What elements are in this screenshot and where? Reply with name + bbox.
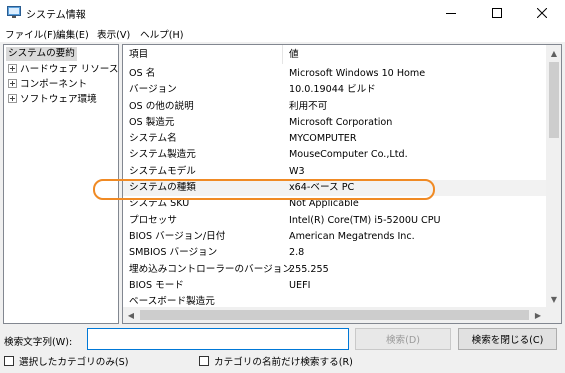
list-row[interactable]: OS 名 Microsoft Windows 10 Home: [123, 66, 546, 82]
expand-icon[interactable]: [8, 94, 17, 103]
system-information-window: システム情報 ファイル(F) 編集(E) 表示(V) ヘルプ(H) システムの要…: [0, 0, 565, 373]
list-row[interactable]: システム製造元 MouseComputer Co.,Ltd.: [123, 147, 546, 163]
list-row[interactable]: OS の他の説明 利用不可: [123, 99, 546, 115]
row-item: OS 名: [129, 68, 156, 79]
list-row[interactable]: OS 製造元 Microsoft Corporation: [123, 115, 546, 131]
menu-bar: ファイル(F) 編集(E) 表示(V) ヘルプ(H): [0, 26, 565, 42]
close-button[interactable]: [519, 0, 565, 26]
title-bar: システム情報: [0, 0, 565, 26]
row-item: バージョン: [129, 84, 177, 96]
scroll-up-arrow-icon[interactable]: ▲: [546, 45, 561, 61]
row-item: システム SKU: [129, 198, 190, 210]
row-value: x64-ベース PC: [289, 182, 355, 194]
expand-icon[interactable]: [8, 79, 17, 88]
row-value: MouseComputer Co.,Ltd.: [289, 149, 408, 161]
tree-item-hardware-resources[interactable]: ハードウェア リソース: [8, 63, 119, 77]
row-item: BIOS バージョン/日付: [129, 230, 226, 242]
menu-edit[interactable]: 編集(E): [56, 27, 89, 41]
tree-item-label: ハードウェア リソース: [20, 64, 119, 75]
list-row-highlighted[interactable]: システムの種類 x64-ベース PC: [123, 180, 546, 197]
category-names-only-checkbox[interactable]: カテゴリの名前だけ検索する(R): [199, 354, 353, 368]
scroll-down-arrow-icon[interactable]: ▼: [546, 291, 561, 307]
row-item: 埋め込みコントローラーのバージョン: [129, 263, 292, 275]
row-value: 2.8: [289, 247, 305, 259]
scrollbar-corner: [546, 307, 561, 323]
details-list: 項目 値 OS 名 Microsoft Windows 10 Home バージョン…: [122, 44, 562, 324]
column-divider[interactable]: [282, 45, 283, 64]
row-item: OS 製造元: [129, 116, 175, 128]
selected-category-only-checkbox[interactable]: 選択したカテゴリのみ(S): [4, 354, 129, 368]
search-input[interactable]: [87, 328, 349, 350]
menu-file[interactable]: ファイル(F): [5, 27, 56, 41]
close-icon: [537, 8, 547, 18]
row-item: SMBIOS バージョン: [129, 247, 218, 259]
row-value: MYCOMPUTER: [289, 133, 357, 145]
window-title: システム情報: [26, 10, 86, 21]
list-row[interactable]: 埋め込みコントローラーのバージョン 255.255: [123, 262, 546, 278]
maximize-icon: [492, 8, 502, 18]
row-value: 利用不可: [289, 100, 328, 112]
list-row[interactable]: システム名 MYCOMPUTER: [123, 131, 546, 147]
menu-view[interactable]: 表示(V): [97, 27, 130, 41]
expand-icon[interactable]: [8, 64, 17, 73]
vertical-scroll-thumb[interactable]: [549, 62, 559, 138]
row-item: システムモデル: [129, 165, 196, 177]
checkbox-label: カテゴリの名前だけ検索する(R): [214, 357, 353, 368]
list-row[interactable]: BIOS バージョン/日付 American Megatrends Inc.: [123, 229, 546, 245]
row-value: Microsoft Corporation: [289, 116, 393, 128]
list-row[interactable]: BIOS モード UEFI: [123, 278, 546, 294]
scroll-left-arrow-icon[interactable]: ◀: [123, 307, 139, 323]
close-search-button[interactable]: 検索を閉じる(C): [458, 328, 557, 350]
list-row[interactable]: SMBIOS バージョン 2.8: [123, 245, 546, 261]
tree-item-software-environment[interactable]: ソフトウェア環境: [8, 93, 97, 107]
tree-item-label: コンポーネント: [20, 79, 88, 90]
row-value: Not Applicable: [289, 198, 359, 210]
list-row[interactable]: システムモデル W3: [123, 164, 546, 180]
row-value: Intel(R) Core(TM) i5-5200U CPU: [289, 214, 441, 226]
row-item: システムの種類: [129, 182, 196, 194]
column-header-item[interactable]: 項目: [129, 45, 148, 64]
maximize-button[interactable]: [474, 0, 520, 26]
list-rows: OS 名 Microsoft Windows 10 Home バージョン 10.0.…: [123, 66, 546, 310]
row-value: W3: [289, 165, 305, 177]
list-row[interactable]: システム SKU Not Applicable: [123, 196, 546, 212]
row-item: システム製造元: [129, 149, 196, 161]
row-value: Microsoft Windows 10 Home: [289, 68, 426, 79]
horizontal-scroll-thumb[interactable]: [140, 310, 529, 320]
row-value: UEFI: [289, 279, 311, 291]
scroll-right-arrow-icon[interactable]: ▶: [530, 307, 546, 323]
row-item: プロセッサ: [129, 214, 177, 226]
row-item: システム名: [129, 133, 177, 145]
row-value: 255.255: [289, 263, 329, 275]
category-tree: システムの要約 ハードウェア リソース コンポーネント ソフトウェア環境: [3, 44, 119, 324]
minimize-icon: [446, 13, 456, 14]
minimize-button[interactable]: [428, 0, 474, 26]
checkbox-box[interactable]: [4, 356, 14, 366]
tree-item-system-summary[interactable]: システムの要約: [6, 47, 77, 61]
list-row[interactable]: バージョン 10.0.19044 ビルド: [123, 82, 546, 98]
search-button[interactable]: 検索(D): [355, 328, 451, 350]
vertical-scrollbar[interactable]: ▲ ▼: [546, 45, 561, 307]
column-header-value[interactable]: 値: [289, 45, 299, 64]
tree-item-components[interactable]: コンポーネント: [8, 78, 87, 92]
checkbox-label: 選択したカテゴリのみ(S): [19, 357, 129, 368]
system-info-app-icon: [7, 6, 21, 18]
row-value: 10.0.19044 ビルド: [289, 84, 376, 96]
horizontal-scrollbar[interactable]: ◀ ▶: [123, 307, 546, 323]
tree-item-label: ソフトウェア環境: [20, 94, 97, 105]
checkbox-box[interactable]: [199, 356, 209, 366]
row-value: American Megatrends Inc.: [289, 230, 415, 242]
row-item: OS の他の説明: [129, 100, 194, 112]
menu-help[interactable]: ヘルプ(H): [140, 27, 183, 41]
search-label: 検索文字列(W):: [4, 337, 73, 348]
list-row[interactable]: プロセッサ Intel(R) Core(TM) i5-5200U CPU: [123, 213, 546, 229]
row-item: BIOS モード: [129, 279, 184, 291]
